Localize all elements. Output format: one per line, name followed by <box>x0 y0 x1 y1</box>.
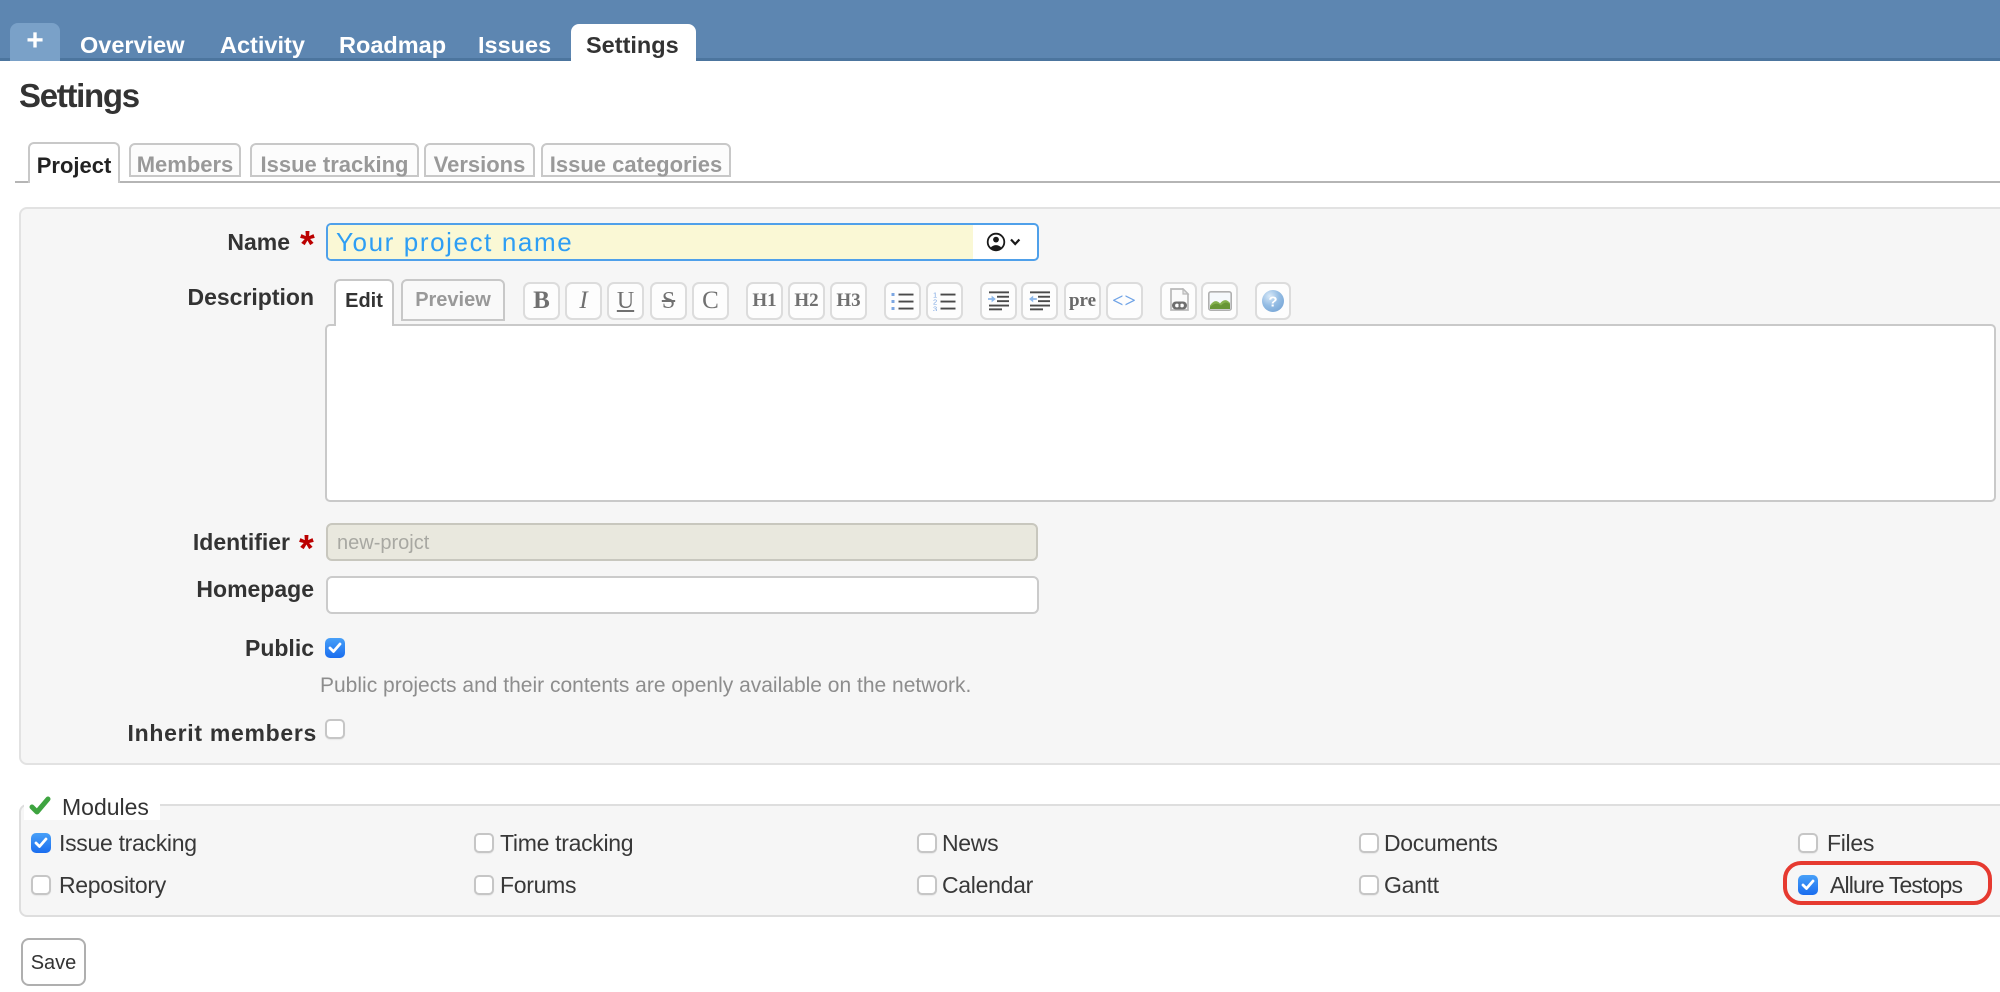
svg-text:?: ? <box>1268 294 1277 311</box>
svg-text:3: 3 <box>933 305 937 312</box>
